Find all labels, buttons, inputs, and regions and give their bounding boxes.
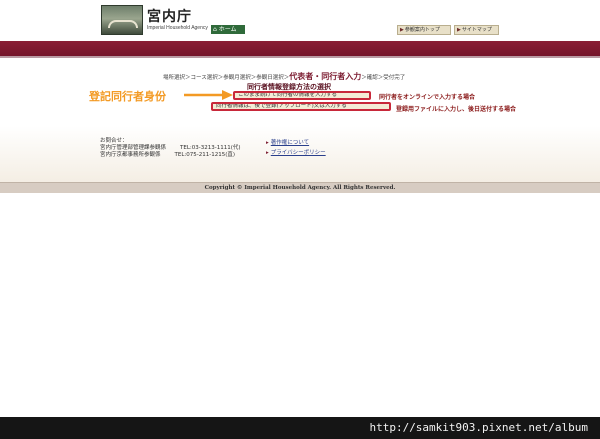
logo-photo[interactable] [101,5,143,35]
contact-info: お問合せ： 宮内庁管理部管理課参観係 TEL:03-3213-1111(代) 宮内… [100,138,241,159]
enter-companions-later-button[interactable]: 同行者情報は、後で登録(アップロード)又は入力する [211,102,391,111]
bridge-graphic [108,20,138,28]
contact-row: 宮内庁管理部管理課参観係 TEL:03-3213-1111(代) [100,145,241,152]
home-label: ホーム [218,26,237,33]
triangle-right-icon: ▶ [457,27,461,33]
triangle-right-icon: ▸ [266,140,269,146]
contact-heading: お問合せ： [100,138,128,144]
steps-current: 代表者・同行者入力 [289,72,362,81]
enter-companions-now-label: このまま続けて同行者の情報を入力する [238,92,338,98]
logo-subtitle: Imperial Household Agency [147,25,208,31]
logo-title[interactable]: 宮内庁 [147,6,192,26]
copyright-bar: Copyright © Imperial Household Agency. A… [0,182,600,193]
copyright-policy-link[interactable]: ▸ 著作権について [266,138,326,148]
sitemap-label: サイトマップ [461,27,492,33]
visit-guide-top-label: 参観案内トップ [404,27,440,33]
watermark-bar: http://samkit903.pixnet.net/album [0,417,600,439]
header-band [0,41,600,56]
visit-guide-top-button[interactable]: ▶参観案内トップ [397,25,451,35]
contact-row: 宮内庁京都事務所参観係 TEL:075-211-1215(直) [100,152,241,159]
sitemap-button[interactable]: ▶サイトマップ [454,25,499,35]
header-band-divider [0,56,600,58]
triangle-right-icon: ▶ [400,27,404,33]
header: 宮内庁 Imperial Household Agency ⌂ ホーム ▶参観案… [0,0,600,40]
annotation-label: 登記同行者身份 [89,90,166,103]
steps-before: 場所選択＞コース選択＞参観月選択＞参観日選択＞ [163,75,290,81]
step-indicator: 場所選択＞コース選択＞参観月選択＞参観日選択＞代表者・同行者入力＞確認＞受付完了 [163,71,405,82]
contact-name: 宮内庁管理部管理課参観係 [100,145,167,151]
enter-companions-later-label: 同行者情報は、後で登録(アップロード)又は入力する [216,103,347,109]
footer-links: ▸ 著作権について ▸ プライバシーポリシー [266,138,326,158]
privacy-policy-label: プライバシーポリシー [270,150,326,156]
steps-after: ＞確認＞受付完了 [361,75,406,81]
contact-tel: TEL:075-211-1215(直) [174,152,236,158]
copyright-policy-label: 著作権について [270,140,310,146]
watermark-url: http://samkit903.pixnet.net/album [369,421,588,434]
annotation-arrow-icon [184,90,233,100]
enter-companions-now-description: 同行者をオンラインで入力する場合 [379,94,476,101]
privacy-policy-link[interactable]: ▸ プライバシーポリシー [266,148,326,158]
home-button[interactable]: ⌂ ホーム [211,25,245,34]
contact-tel: TEL:03-3213-1111(代) [180,145,241,151]
enter-companions-now-button[interactable]: このまま続けて同行者の情報を入力する [233,91,371,100]
page: 宮内庁 Imperial Household Agency ⌂ ホーム ▶参観案… [0,0,600,439]
triangle-right-icon: ▸ [266,150,269,156]
enter-companions-later-description: 登録用ファイルに入力し、後日送付する場合 [396,106,517,113]
contact-name: 宮内庁京都事務所参観係 [100,152,161,158]
home-icon: ⌂ [213,26,217,33]
